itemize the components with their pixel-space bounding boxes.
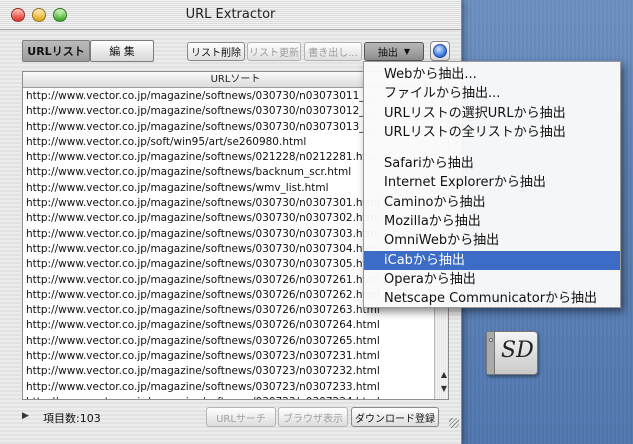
extract-dropdown-button[interactable]: 抽出 ▼ (364, 42, 424, 61)
download-register-button[interactable]: ダウンロード登録 (351, 407, 439, 427)
menu-item[interactable]: ファイルから抽出... (364, 84, 620, 103)
menu-item[interactable]: URLリストの全リストから抽出 (364, 123, 620, 142)
refresh-list-button[interactable]: リスト更新 (247, 42, 301, 61)
sd-disk-icon[interactable]: SD (486, 331, 538, 375)
menu-item[interactable]: URLリストの選択URLから抽出 (364, 104, 620, 123)
disclosure-triangle-icon[interactable]: ▶ (22, 411, 29, 421)
resize-grip-icon[interactable] (449, 418, 459, 428)
browser-view-button[interactable]: ブラウザ表示 (278, 407, 348, 427)
globe-icon (433, 44, 447, 58)
export-button[interactable]: 書き出し... (304, 42, 362, 61)
window-title: URL Extractor (185, 7, 276, 22)
bottom-bar: ▶ 項目数:103 URLサーチ ブラウザ表示 ダウンロード登録 (0, 404, 461, 430)
extract-label: 抽出 (377, 48, 398, 59)
sd-disk-label: SD (501, 338, 534, 363)
menu-item[interactable]: iCabから抽出 (364, 250, 620, 270)
item-count: 項目数:103 (43, 412, 101, 425)
list-item[interactable]: http://www.vector.co.jp/magazine/softnew… (23, 318, 434, 333)
menu-separator (364, 142, 620, 154)
globe-button[interactable] (430, 41, 450, 61)
menu-item[interactable]: Safariから抽出 (364, 154, 620, 173)
menu-item[interactable]: Netscape Communicatorから抽出 (364, 289, 620, 308)
list-item[interactable]: http://www.vector.co.jp/magazine/softnew… (23, 334, 434, 349)
list-item[interactable]: http://www.vector.co.jp/magazine/softnew… (23, 349, 434, 364)
scroll-down-arrow-icon[interactable]: ▼ (441, 384, 447, 393)
menu-item[interactable]: Caminoから抽出 (364, 193, 620, 212)
url-search-button[interactable]: URLサーチ (206, 407, 276, 427)
list-item[interactable]: http://www.vector.co.jp/magazine/softnew… (23, 364, 434, 379)
scroll-up-arrow-icon[interactable]: ▲ (441, 370, 447, 379)
list-item[interactable]: http://www.vector.co.jp/magazine/softnew… (23, 380, 434, 395)
tab-edit[interactable]: 編 集 (90, 40, 154, 62)
menu-item[interactable]: Internet Explorerから抽出 (364, 173, 620, 192)
menu-item[interactable]: OmniWebから抽出 (364, 231, 620, 250)
menu-item[interactable]: Webから抽出... (364, 65, 620, 84)
tab-url-list[interactable]: URLリスト (22, 40, 90, 62)
chevron-down-icon: ▼ (403, 47, 411, 56)
delete-list-button[interactable]: リスト削除 (187, 42, 245, 61)
title-bar[interactable]: URL Extractor (0, 0, 461, 30)
menu-item[interactable]: Mozillaから抽出 (364, 212, 620, 231)
extract-menu: Webから抽出... ファイルから抽出... URLリストの選択URLから抽出 URL… (363, 61, 621, 308)
list-item[interactable]: http://www.vector.co.jp/magazine/softnew… (23, 395, 434, 399)
menu-item[interactable]: Operaから抽出 (364, 270, 620, 289)
